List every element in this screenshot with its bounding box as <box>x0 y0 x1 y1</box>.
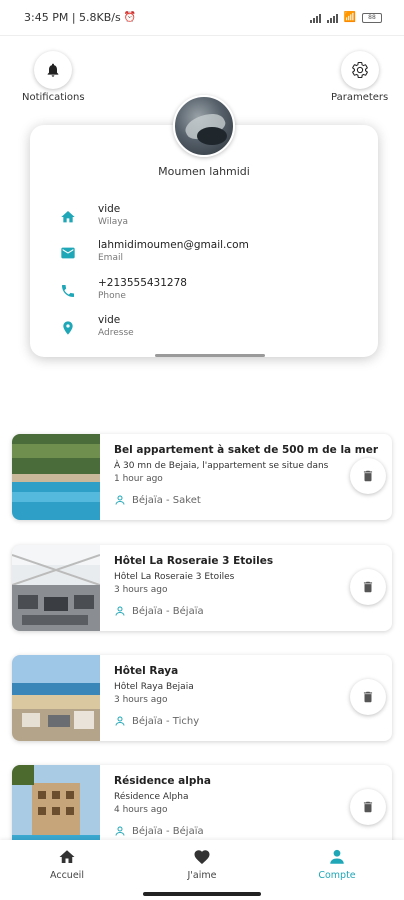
listing-thumbnail[interactable] <box>12 655 100 741</box>
email-icon <box>61 247 75 259</box>
signal-icon <box>326 13 338 23</box>
user-outline-icon <box>115 495 125 505</box>
listing-time: 3 hours ago <box>114 585 168 595</box>
listing-description: Hôtel Raya Bejaia <box>114 682 194 692</box>
listing-description: À 30 mn de Bejaia, l'appartement se situ… <box>114 461 329 471</box>
account-icon <box>330 849 344 864</box>
listing-title: Résidence alpha <box>114 775 211 787</box>
listing-time: 4 hours ago <box>114 805 168 815</box>
info-row-adresse: vide Adresse <box>60 314 134 338</box>
listing-description: Résidence Alpha <box>114 792 189 802</box>
listing-card[interactable]: Hôtel La Roseraie 3 Etoiles Hôtel La Ros… <box>12 545 392 631</box>
battery-level: 88 <box>368 14 376 21</box>
delete-button[interactable] <box>350 789 386 825</box>
email-value: lahmidimoumen@gmail.com <box>98 239 249 251</box>
phone-icon <box>62 285 74 297</box>
listing-title: Hôtel Raya <box>114 665 179 677</box>
delete-button[interactable] <box>350 458 386 494</box>
listing-title: Hôtel La Roseraie 3 Etoiles <box>114 555 274 567</box>
nav-label-jaime: J'aime <box>187 870 217 881</box>
wifi-icon: 📶 <box>343 12 356 23</box>
listing-time: 3 hours ago <box>114 695 168 705</box>
user-outline-icon <box>115 826 125 836</box>
listing-location-text: Béjaïa - Béjaïa <box>132 605 204 617</box>
heart-icon <box>194 850 210 865</box>
adresse-label: Adresse <box>98 328 134 338</box>
parameters-button[interactable] <box>341 51 379 89</box>
home-indicator <box>143 892 261 896</box>
card-divider <box>155 354 265 357</box>
listing-card[interactable]: Résidence alpha Résidence Alpha 4 hours … <box>12 765 392 851</box>
user-outline-icon <box>115 716 125 726</box>
trash-icon <box>363 581 373 593</box>
nav-label-compte: Compte <box>318 870 356 881</box>
gear-icon <box>352 61 368 79</box>
profile-card: Moumen lahmidi vide Wilaya lahmidimoumen… <box>30 125 378 357</box>
info-row-phone: +213555431278 Phone <box>60 277 187 301</box>
user-outline-icon <box>115 606 125 616</box>
nav-label-accueil: Accueil <box>50 870 84 881</box>
status-right: 📶 88 <box>309 12 382 23</box>
listing-location-text: Béjaïa - Tichy <box>132 715 200 727</box>
listing-title: Bel appartement à saket de 500 m de la m… <box>114 444 379 456</box>
listing-location: Béjaïa - Saket <box>114 494 201 506</box>
phone-label: Phone <box>98 291 126 301</box>
status-bar: 3:45 PM | 5.8KB/s ⏰ 📶 88 <box>0 0 404 36</box>
nav-item-accueil[interactable]: Accueil <box>27 848 107 881</box>
home-icon <box>61 211 75 223</box>
status-left: 3:45 PM | 5.8KB/s ⏰ <box>24 11 136 24</box>
parameters-label[interactable]: Parameters <box>331 92 388 103</box>
phone-value: +213555431278 <box>98 277 187 289</box>
trash-icon <box>363 470 373 482</box>
listing-location: Béjaïa - Béjaïa <box>114 825 204 837</box>
trash-icon <box>363 691 373 703</box>
delete-button[interactable] <box>350 679 386 715</box>
profile-name: Moumen lahmidi <box>158 165 250 178</box>
bottom-navigation: Accueil J'aime Compte <box>0 840 404 900</box>
email-label: Email <box>98 253 123 263</box>
info-row-wilaya: vide Wilaya <box>60 203 128 227</box>
home-icon <box>59 850 75 863</box>
alarm-icon: ⏰ <box>123 12 137 23</box>
avatar[interactable] <box>173 95 235 157</box>
listing-time: 1 hour ago <box>114 474 163 484</box>
listing-location: Béjaïa - Tichy <box>114 715 199 727</box>
bell-icon <box>47 63 59 77</box>
listing-description: Hôtel La Roseraie 3 Etoiles <box>114 572 235 582</box>
listing-location-text: Béjaïa - Béjaïa <box>132 825 204 837</box>
info-row-email: lahmidimoumen@gmail.com Email <box>60 239 249 263</box>
location-pin-icon <box>63 321 73 335</box>
listing-location: Béjaïa - Béjaïa <box>114 605 204 617</box>
listing-card[interactable]: Bel appartement à saket de 500 m de la m… <box>12 434 392 520</box>
nav-item-compte[interactable]: Compte <box>297 848 377 881</box>
trash-icon <box>363 801 373 813</box>
signal-icon <box>309 13 321 23</box>
notifications-label[interactable]: Notifications <box>22 92 85 103</box>
notifications-button[interactable] <box>34 51 72 89</box>
nav-item-jaime[interactable]: J'aime <box>162 848 242 881</box>
listing-location-text: Béjaïa - Saket <box>132 494 201 506</box>
adresse-value: vide <box>98 314 121 326</box>
status-time-network: 3:45 PM | 5.8KB/s <box>24 11 121 24</box>
listing-card[interactable]: Hôtel Raya Hôtel Raya Bejaia 3 hours ago… <box>12 655 392 741</box>
listing-thumbnail[interactable] <box>12 434 100 520</box>
listing-thumbnail[interactable] <box>12 545 100 631</box>
wilaya-label: Wilaya <box>98 217 129 227</box>
wilaya-value: vide <box>98 203 121 215</box>
listing-thumbnail[interactable] <box>12 765 100 851</box>
battery-icon: 88 <box>362 12 382 23</box>
delete-button[interactable] <box>350 569 386 605</box>
